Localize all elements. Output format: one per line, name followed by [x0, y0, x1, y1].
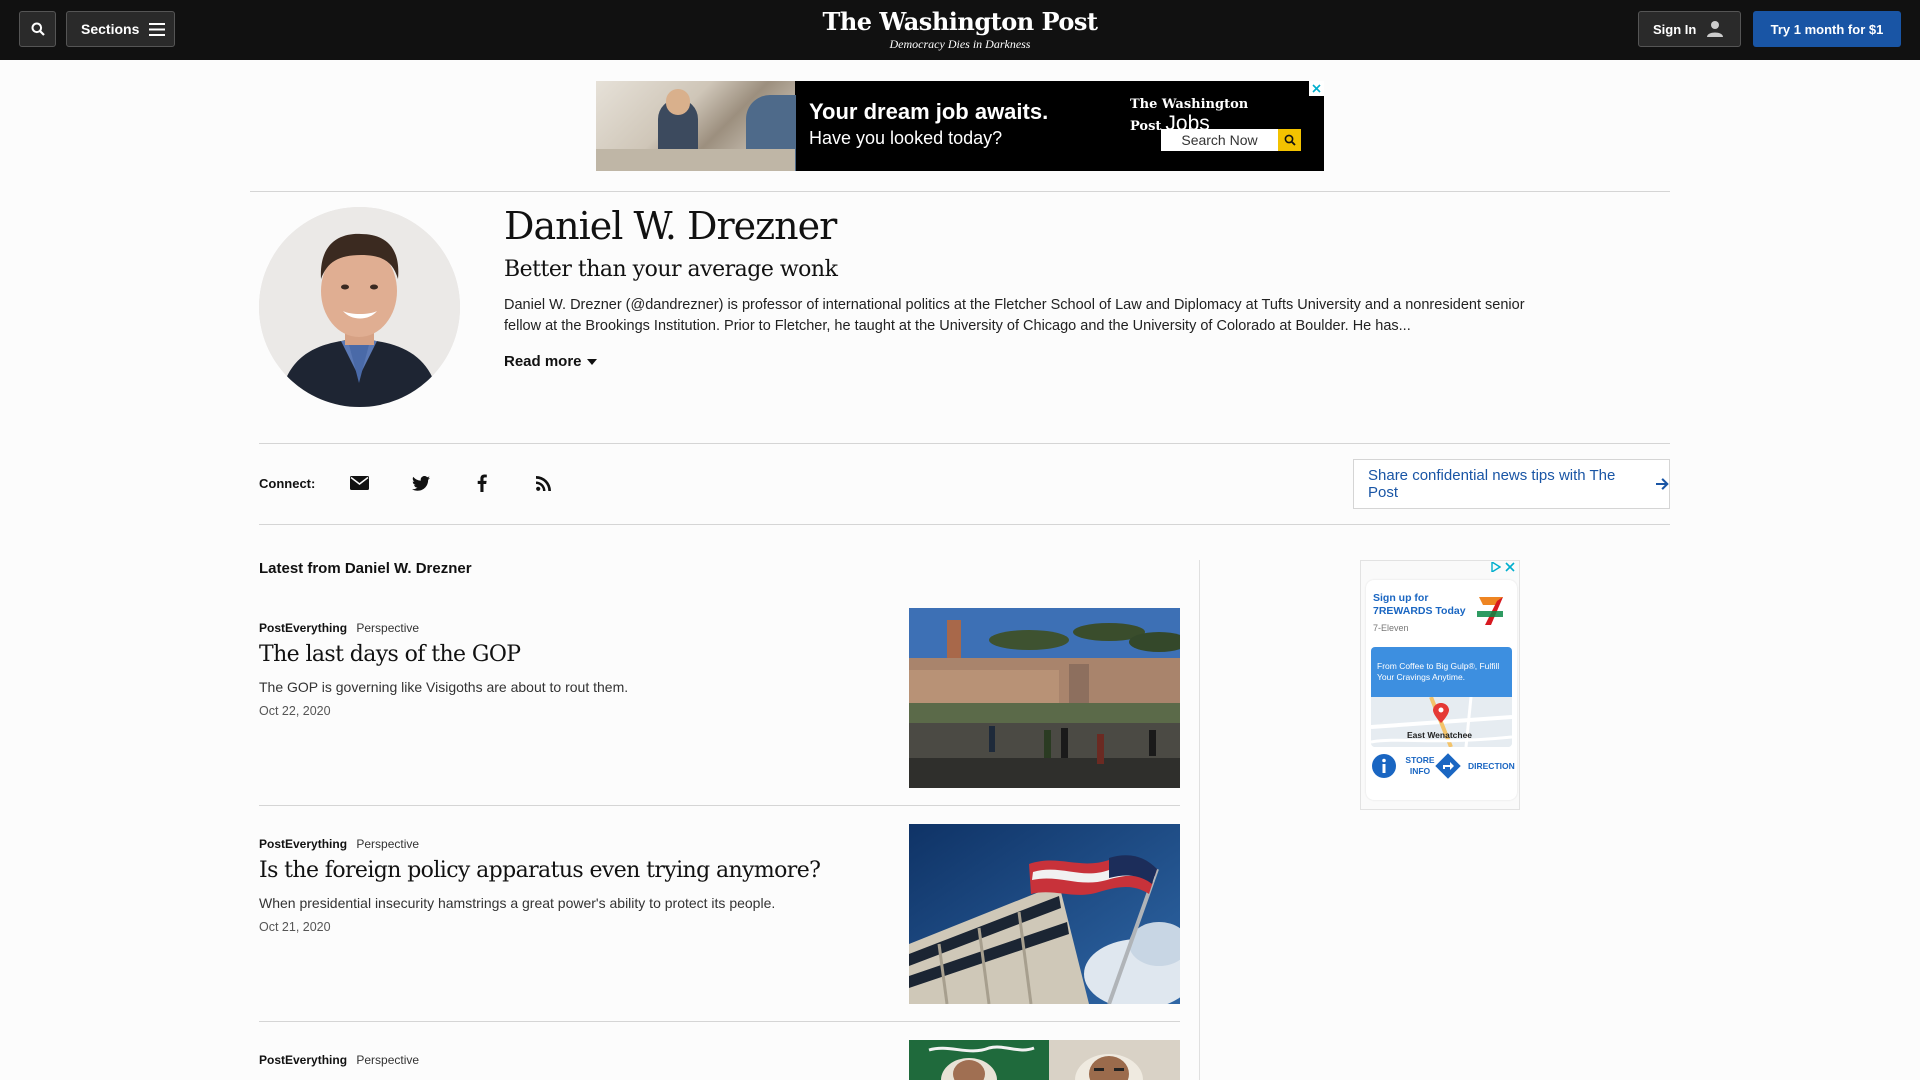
arrow-right-icon [1656, 478, 1669, 490]
hamburger-icon [149, 22, 166, 36]
twitter-icon [412, 475, 430, 491]
search-icon [31, 22, 45, 36]
ad-search-now[interactable]: Search Now [1161, 129, 1278, 151]
rss-icon [535, 475, 551, 491]
search-button[interactable] [19, 11, 56, 47]
ad-map[interactable]: East Wenatchee [1371, 697, 1512, 747]
twitter-link[interactable] [410, 472, 432, 494]
sections-label: Sections [81, 21, 140, 37]
header-divider [250, 191, 1670, 192]
news-tips-button[interactable]: Share confidential news tips with The Po… [1353, 459, 1670, 509]
story-kicker: PostEverything Perspective [259, 621, 419, 635]
top-nav: Sections The Washington Post Democracy D… [0, 0, 1920, 60]
story-date: Oct 22, 2020 [259, 704, 331, 718]
story-label: Perspective [356, 837, 420, 851]
ad-subline: Have you looked today? [809, 128, 1003, 148]
news-tips-label: Share confidential news tips with The Po… [1368, 467, 1616, 501]
story-label: Perspective [356, 621, 420, 635]
store-info-link[interactable]: STORE INFO [1403, 755, 1437, 777]
story-section[interactable]: PostEverything [259, 837, 347, 851]
caret-down-icon [586, 358, 597, 365]
story-kicker: PostEverything Perspective [259, 837, 419, 851]
facebook-link[interactable] [471, 472, 493, 494]
close-icon[interactable] [1505, 562, 1515, 572]
directions-icon[interactable] [1435, 753, 1461, 779]
rss-link[interactable] [532, 472, 554, 494]
sections-button[interactable]: Sections [66, 11, 175, 47]
story-thumbnail[interactable] [909, 1040, 1180, 1080]
story-headline[interactable]: Is the foreign policy apparatus even try… [259, 858, 821, 883]
story-section[interactable]: PostEverything [259, 1053, 347, 1067]
story-date: Oct 21, 2020 [259, 920, 331, 934]
story-divider [259, 805, 1180, 806]
ad-search-button[interactable] [1278, 129, 1301, 151]
story-blurb: The GOP is governing like Visigoths are … [259, 679, 629, 695]
site-logo[interactable]: The Washington Post Democracy Dies in Da… [760, 7, 1160, 52]
subscribe-button[interactable]: Try 1 month for $1 [1753, 11, 1901, 47]
info-icon[interactable] [1371, 753, 1397, 779]
ad-map-label: East Wenatchee [1407, 730, 1473, 740]
author-name: Daniel W. Drezner [504, 204, 837, 248]
seven-eleven-logo [1473, 591, 1507, 629]
masthead: The Washington Post [822, 7, 1098, 36]
user-icon [1707, 21, 1724, 37]
facebook-icon [477, 474, 487, 492]
ad-promo: From Coffee to Big Gulp®, Fulfill Your C… [1371, 647, 1512, 697]
author-tagline: Better than your average wonk [504, 257, 838, 282]
ad-signup-text: Sign up for 7REWARDS Today [1373, 592, 1466, 617]
read-more-button[interactable]: Read more [504, 353, 597, 370]
directions-link[interactable]: DIRECTION [1468, 761, 1515, 771]
connect-bottom-divider [259, 524, 1670, 525]
ad-close-button[interactable] [1309, 81, 1324, 96]
story-kicker: PostEverything Perspective [259, 1053, 419, 1067]
author-bio: Daniel W. Drezner (@dandrezner) is profe… [504, 297, 1525, 334]
author-avatar [259, 207, 460, 407]
ad-choices[interactable] [1491, 562, 1515, 572]
email-link[interactable] [348, 472, 370, 494]
sidebar-ad[interactable]: Sign up for 7REWARDS Today 7-Eleven From… [1360, 560, 1520, 810]
sign-in-label: Sign In [1653, 21, 1697, 37]
story-divider [259, 1021, 1180, 1022]
story-label: Perspective [356, 1053, 420, 1067]
top-banner-ad[interactable]: Your dream job awaits. Have you looked t… [596, 81, 1324, 171]
ad-photo [596, 81, 796, 171]
story-section[interactable]: PostEverything [259, 621, 347, 635]
adchoices-icon [1491, 562, 1501, 572]
story-thumbnail[interactable] [909, 608, 1180, 788]
search-icon [1284, 134, 1296, 146]
email-icon [349, 476, 369, 490]
read-more-label: Read more [504, 353, 582, 370]
latest-section-title: Latest from Daniel W. Drezner [259, 560, 472, 577]
ad-brand-name: 7-Eleven [1373, 623, 1409, 633]
close-icon [1312, 84, 1321, 93]
story-headline[interactable]: The last days of the GOP [259, 642, 521, 667]
masthead-tagline: Democracy Dies in Darkness [889, 37, 1031, 51]
ad-headline: Your dream job awaits. [809, 99, 1049, 124]
column-divider [1199, 560, 1200, 1080]
connect-label: Connect: [259, 476, 316, 491]
sign-in-button[interactable]: Sign In [1638, 11, 1741, 47]
story-blurb: When presidential insecurity hamstrings … [259, 895, 776, 911]
connect-top-divider [259, 443, 1670, 444]
story-thumbnail[interactable] [909, 824, 1180, 1004]
